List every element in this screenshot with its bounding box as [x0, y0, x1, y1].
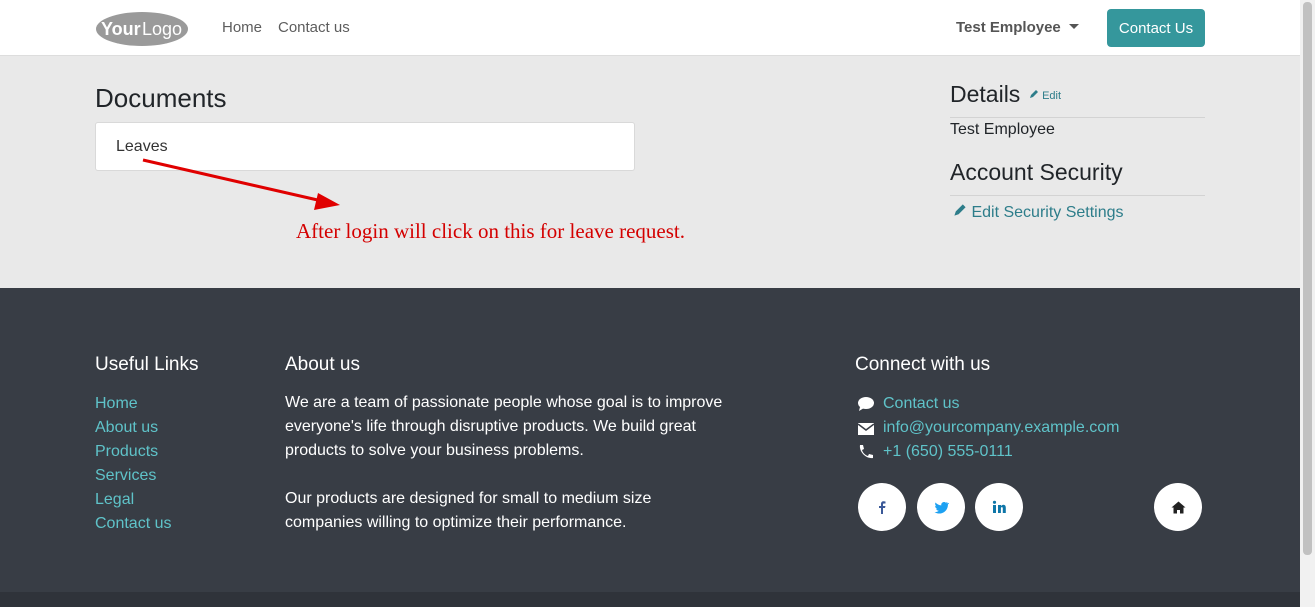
footer-link-products[interactable]: Products — [95, 443, 158, 461]
pencil-icon — [954, 204, 966, 216]
home-icon — [1171, 501, 1185, 513]
account-security-title: Account Security — [950, 159, 1123, 185]
home-button[interactable] — [1154, 483, 1202, 531]
footer-link-home[interactable]: Home — [95, 395, 138, 413]
page-scrollbar[interactable] — [1300, 0, 1315, 607]
annotation-text: After login will click on this for leave… — [296, 219, 685, 243]
linkedin-button[interactable] — [975, 483, 1023, 531]
about-paragraph-1: We are a team of passionate people whose… — [285, 394, 723, 459]
footer-link-services[interactable]: Services — [95, 467, 156, 485]
annotation-arrow — [142, 158, 340, 210]
footer-link-contact[interactable]: Contact us — [95, 515, 171, 533]
scrollbar-thumb[interactable] — [1303, 2, 1312, 555]
footer-bottom-bar — [0, 592, 1300, 607]
footer-email-link[interactable]: info@yourcompany.example.com — [883, 419, 1120, 437]
linkedin-icon — [992, 500, 1006, 513]
connect-title: Connect with us — [855, 354, 991, 375]
twitter-button[interactable] — [917, 483, 965, 531]
edit-details-link[interactable]: Edit — [1029, 89, 1061, 102]
details-title: Details — [950, 81, 1021, 107]
about-paragraph-2: Our products are designed for small to m… — [285, 490, 652, 531]
envelope-icon — [857, 423, 875, 435]
about-us-title: About us — [285, 354, 360, 375]
footer-link-legal[interactable]: Legal — [95, 491, 134, 509]
pencil-icon — [1030, 90, 1038, 98]
footer-phone-link[interactable]: +1 (650) 555-0111 — [883, 443, 1013, 461]
divider — [950, 195, 1205, 196]
facebook-button[interactable] — [858, 483, 906, 531]
footer-contact-link[interactable]: Contact us — [883, 395, 959, 413]
footer-link-about[interactable]: About us — [95, 419, 158, 437]
facebook-icon — [879, 501, 886, 514]
employee-name: Test Employee — [950, 121, 1055, 138]
useful-links-title: Useful Links — [95, 354, 199, 375]
edit-security-settings-link[interactable]: Edit Security Settings — [953, 203, 1124, 222]
phone-icon — [859, 445, 873, 459]
comment-icon — [858, 397, 874, 411]
twitter-icon — [934, 501, 949, 514]
divider — [950, 117, 1205, 118]
